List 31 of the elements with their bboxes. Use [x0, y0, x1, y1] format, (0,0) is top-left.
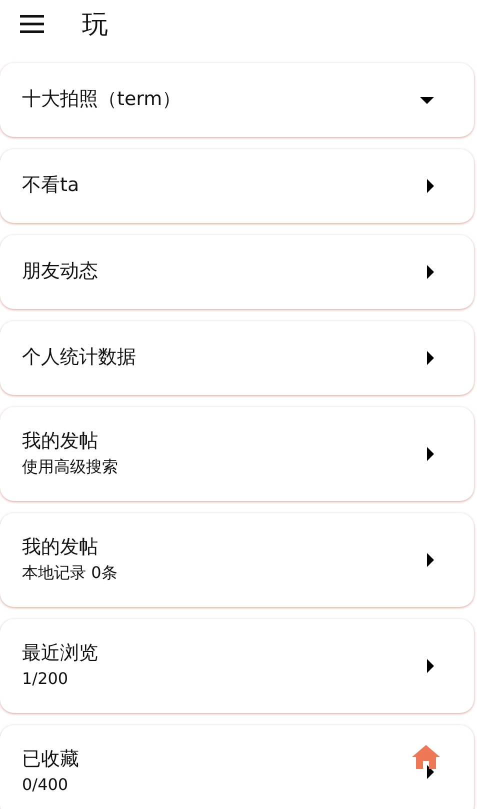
item-title: 朋友动态	[22, 261, 98, 283]
caret-right-icon	[427, 659, 434, 673]
item-subtitle: 使用高级搜索	[22, 458, 118, 477]
home-icon[interactable]	[412, 745, 440, 769]
caret-right-icon	[427, 179, 434, 193]
item-title: 已收藏	[22, 749, 79, 772]
item-subtitle: 0/400	[22, 776, 70, 795]
list-item[interactable]: 十大拍照（term）	[0, 63, 474, 137]
list-item[interactable]: 我的发帖 使用高级搜索	[0, 407, 474, 501]
list-item[interactable]: 最近浏览 1/200	[0, 619, 474, 713]
item-subtitle: 1/200	[22, 670, 70, 689]
item-subtitle: 本地记录 0条	[22, 564, 118, 583]
caret-right-icon	[427, 265, 434, 279]
caret-right-icon	[427, 553, 434, 567]
menu-icon[interactable]	[20, 15, 44, 33]
item-title: 十大拍照（term）	[22, 89, 182, 111]
item-title: 个人统计数据	[22, 347, 136, 369]
item-title: 最近浏览	[22, 643, 98, 666]
caret-right-icon	[427, 351, 434, 365]
page-title: 玩	[82, 8, 108, 42]
list-item[interactable]: 我的发帖 本地记录 0条	[0, 513, 474, 607]
list-item[interactable]: 个人统计数据	[0, 321, 474, 395]
item-title: 我的发帖	[22, 537, 99, 560]
item-title: 我的发帖	[22, 431, 99, 454]
list-item[interactable]: 不看ta	[0, 149, 474, 223]
caret-right-icon	[427, 765, 434, 779]
list-item[interactable]: 朋友动态	[0, 235, 474, 309]
item-title: 不看ta	[22, 175, 80, 197]
list-item[interactable]: 已收藏 0/400	[0, 725, 474, 809]
caret-down-icon	[420, 96, 434, 104]
caret-right-icon	[427, 447, 434, 461]
